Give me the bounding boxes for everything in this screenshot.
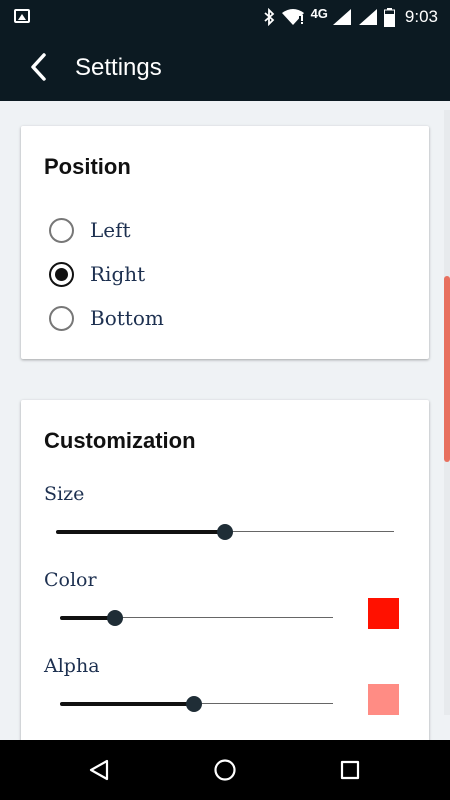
clock: 9:03 bbox=[404, 7, 438, 26]
radio-bottom[interactable]: Bottom bbox=[49, 303, 164, 333]
app-bar: Settings bbox=[0, 34, 450, 101]
slider-fill bbox=[60, 702, 194, 706]
slider-fill bbox=[56, 530, 225, 534]
radio-label-left: Left bbox=[90, 218, 131, 242]
color-label: Color bbox=[44, 569, 97, 591]
network-type-label: 4G bbox=[310, 5, 328, 21]
system-nav-bar bbox=[0, 740, 450, 800]
radio-button-left[interactable] bbox=[49, 217, 74, 243]
status-bar: 4G 9:03 bbox=[0, 0, 450, 34]
status-icons: 4G 9:03 bbox=[263, 5, 438, 29]
cell-signal-2-icon bbox=[358, 9, 377, 25]
customization-card: Customization Size Color Alpha bbox=[21, 400, 429, 740]
radio-label-bottom: Bottom bbox=[90, 306, 164, 330]
circle-home-icon bbox=[214, 759, 236, 781]
color-slider[interactable] bbox=[60, 608, 333, 628]
position-title: Position bbox=[44, 154, 131, 179]
radio-button-bottom[interactable] bbox=[49, 305, 74, 331]
radio-left[interactable]: Left bbox=[49, 215, 131, 245]
triangle-back-icon bbox=[89, 759, 109, 781]
slider-thumb[interactable] bbox=[106, 610, 123, 626]
settings-content[interactable]: Position Left Right Bottom Customization… bbox=[0, 101, 450, 740]
square-recents-icon bbox=[340, 760, 360, 780]
scrollbar-thumb[interactable] bbox=[444, 276, 450, 462]
alpha-slider[interactable] bbox=[60, 694, 333, 714]
slider-thumb[interactable] bbox=[217, 524, 233, 540]
chevron-left-icon bbox=[31, 53, 46, 81]
nav-recents-button[interactable] bbox=[335, 755, 365, 785]
size-label: Size bbox=[44, 483, 85, 505]
nav-home-button[interactable] bbox=[210, 755, 240, 785]
radio-right[interactable]: Right bbox=[49, 259, 145, 289]
radio-label-right: Right bbox=[90, 262, 146, 286]
size-slider[interactable] bbox=[56, 522, 394, 542]
customization-title: Customization bbox=[44, 428, 196, 453]
radio-button-right[interactable] bbox=[49, 261, 74, 287]
wifi-icon bbox=[281, 9, 304, 25]
nav-back-button[interactable] bbox=[84, 755, 114, 785]
alpha-swatch bbox=[368, 684, 399, 715]
position-card: Position Left Right Bottom bbox=[21, 126, 429, 359]
slider-thumb[interactable] bbox=[185, 696, 202, 712]
image-notification-icon bbox=[14, 9, 30, 23]
back-button[interactable] bbox=[18, 47, 58, 87]
color-swatch bbox=[368, 598, 399, 629]
bluetooth-icon bbox=[263, 8, 274, 26]
cell-signal-icon bbox=[332, 9, 351, 25]
battery-icon bbox=[383, 7, 395, 27]
page-title: Settings bbox=[75, 54, 162, 81]
alpha-label: Alpha bbox=[44, 655, 100, 677]
